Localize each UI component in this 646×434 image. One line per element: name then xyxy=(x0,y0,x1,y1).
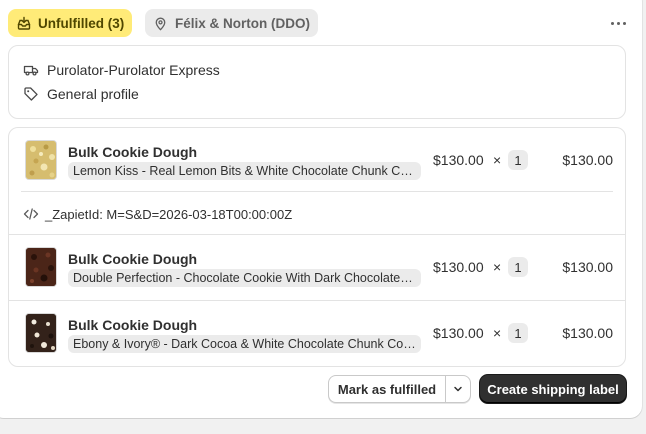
line-item: Bulk Cookie Dough Double Perfection - Ch… xyxy=(9,235,625,300)
line-item: Bulk Cookie Dough Lemon Kiss - Real Lemo… xyxy=(9,128,625,235)
location-label: Félix & Norton (DDO) xyxy=(175,15,310,31)
unit-price: $130.00 xyxy=(433,152,484,168)
tag-icon xyxy=(23,86,39,102)
quantity-badge: 1 xyxy=(508,150,528,170)
unfulfilled-icon xyxy=(16,15,32,31)
shipping-info-box: Purolator-Purolator Express General prof… xyxy=(8,45,626,119)
unit-price: $130.00 xyxy=(433,325,484,341)
times-symbol: × xyxy=(493,152,502,168)
line-total: $130.00 xyxy=(562,259,613,275)
product-title[interactable]: Bulk Cookie Dough xyxy=(68,317,197,333)
location-pin-icon xyxy=(153,16,168,31)
cookie-dough-image xyxy=(26,314,56,352)
product-title[interactable]: Bulk Cookie Dough xyxy=(68,251,197,267)
times-symbol: × xyxy=(493,259,502,275)
create-shipping-label-button[interactable]: Create shipping label xyxy=(480,375,626,403)
variant-badge: Lemon Kiss - Real Lemon Bits & White Cho… xyxy=(68,162,421,180)
line-total: $130.00 xyxy=(562,152,613,168)
location-badge[interactable]: Félix & Norton (DDO) xyxy=(145,9,318,37)
item-divider xyxy=(21,191,613,192)
line-items-box: Bulk Cookie Dough Lemon Kiss - Real Lemo… xyxy=(8,127,626,367)
mark-as-fulfilled-button[interactable]: Mark as fulfilled xyxy=(328,375,445,403)
line-item-property: _ZapietId: M=S&D=2026-03-18T00:00:00Z xyxy=(23,204,292,224)
unit-price: $130.00 xyxy=(433,259,484,275)
fulfill-options-button[interactable] xyxy=(445,375,471,403)
line-item: Bulk Cookie Dough Ebony & Ivory® - Dark … xyxy=(9,301,625,366)
more-actions-button[interactable] xyxy=(606,11,630,35)
variant-badge: Ebony & Ivory® - Dark Cocoa & White Choc… xyxy=(68,335,421,353)
truck-icon xyxy=(23,62,39,78)
quantity-badge: 1 xyxy=(508,257,528,277)
cookie-dough-image xyxy=(26,141,56,179)
shipping-profile-row: General profile xyxy=(23,84,139,104)
more-horizontal-icon xyxy=(610,21,626,25)
shipping-profile-label: General profile xyxy=(47,86,139,102)
unfulfilled-status-label: Unfulfilled (3) xyxy=(38,15,125,31)
unfulfilled-status-badge: Unfulfilled (3) xyxy=(8,9,133,37)
times-symbol: × xyxy=(493,325,502,341)
shipping-method-label: Purolator-Purolator Express xyxy=(47,62,220,78)
product-title[interactable]: Bulk Cookie Dough xyxy=(68,144,197,160)
fulfillment-header: Unfulfilled (3) Félix & Norton (DDO) xyxy=(8,9,638,37)
product-thumbnail[interactable] xyxy=(25,247,57,287)
shipping-method-row: Purolator-Purolator Express xyxy=(23,60,220,80)
property-text: _ZapietId: M=S&D=2026-03-18T00:00:00Z xyxy=(45,206,293,222)
line-total: $130.00 xyxy=(562,325,613,341)
code-icon xyxy=(23,207,39,221)
fulfillment-card: Unfulfilled (3) Félix & Norton (DDO) Pur… xyxy=(0,0,642,418)
quantity-badge: 1 xyxy=(508,323,528,343)
chevron-down-icon xyxy=(452,383,464,395)
cookie-dough-image xyxy=(26,248,56,286)
product-thumbnail[interactable] xyxy=(25,140,57,180)
variant-badge: Double Perfection - Chocolate Cookie Wit… xyxy=(68,269,421,287)
product-thumbnail[interactable] xyxy=(25,313,57,353)
